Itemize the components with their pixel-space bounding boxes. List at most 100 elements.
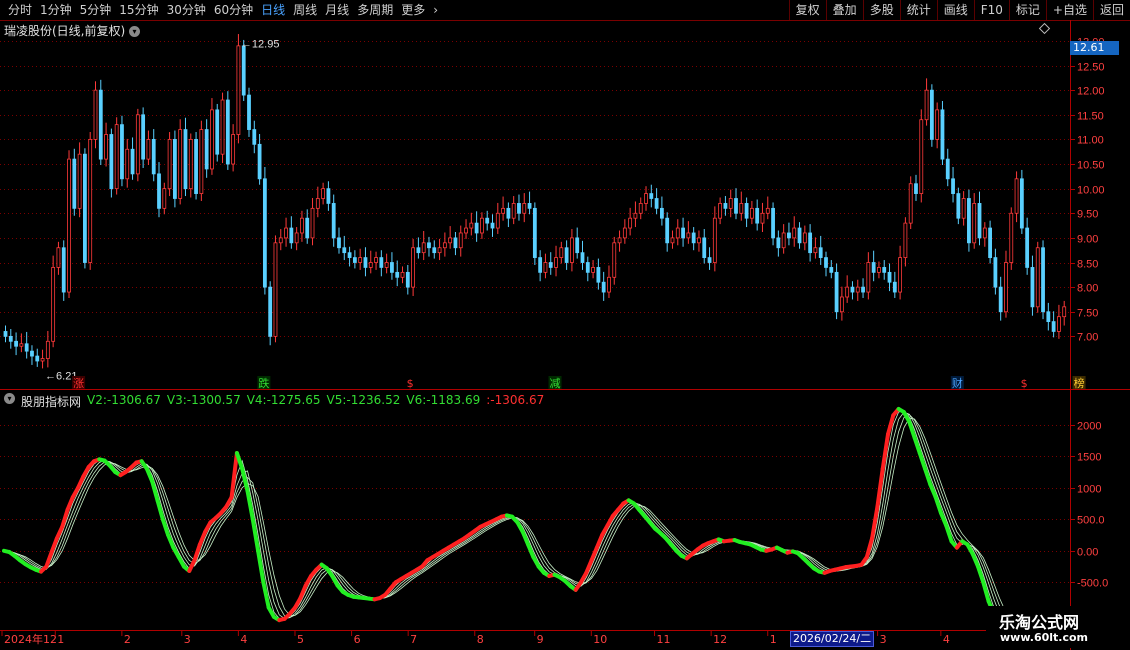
candle-body [321,188,326,199]
indicator-tick-label: 2000 [1077,421,1101,433]
indicator-tick-label: 1000 [1077,484,1101,496]
event-marker: $ [407,377,414,390]
candle-body [130,148,135,175]
candle-body [453,237,458,249]
candle-body [739,203,744,214]
candle-body [368,262,373,268]
watermark-url: www.60lt.com [1000,631,1089,644]
x-tick-label: 11 [657,633,671,646]
indicator-segment [65,495,75,512]
candle-body [421,242,426,254]
candle-body [787,232,791,239]
candle-body [649,193,654,199]
candle-body [247,94,251,130]
indicator-value-3: V5:-1236.52 [326,393,401,407]
candle-body [252,129,257,145]
candle-body [654,198,659,209]
candle-body [3,331,8,337]
x-tick-label: 6 [354,633,361,646]
indicator-segment [923,466,933,487]
candle-body [845,286,850,298]
candle-body [273,242,278,337]
candle-body [448,237,453,244]
candle-body [141,114,146,160]
indicator-segment [981,580,991,604]
candle-body [977,203,982,239]
candle-body [437,247,442,254]
candle-body [945,158,950,180]
candle-body [501,207,505,214]
candle-body [749,207,754,219]
candle-body [675,227,680,239]
candle-body [384,262,389,268]
candle-body [564,247,569,263]
candle-body [390,262,394,273]
candle-body [109,134,114,190]
candle-body [67,158,71,293]
candle-body [474,222,479,234]
x-tick-label: 3 [880,633,887,646]
indicator-segment [144,466,155,484]
candle-body [691,232,696,244]
candle-body [374,257,378,263]
indicator-title: ▾ 股朋指标网 V2:-1306.67 V3:-1300.57 V4:-1275.6… [4,393,544,410]
candle-body [532,207,537,258]
main-tick-label: 12.50 [1077,62,1105,74]
candles [3,34,1067,369]
indicator-segment [261,580,271,610]
candle-body [633,212,638,219]
candle-body [554,257,558,268]
candle-body [315,198,320,209]
candle-body [40,358,45,362]
indicator-segment [192,542,202,563]
stock-title: 瑞凌股份(日线,前复权) [4,24,126,38]
candle-body [1025,227,1030,268]
candle-body [771,207,775,239]
candle-body [559,247,564,258]
candle-body [24,343,29,352]
chevron-down-icon[interactable]: ▾ [129,26,141,37]
stock-chart[interactable]: 7.007.508.008.509.009.5010.0010.5011.001… [0,0,1130,650]
candle-body [400,271,405,278]
candle-body [548,262,553,268]
candle-body [839,296,844,313]
candle-body [416,247,421,254]
candle-body [670,237,675,244]
main-tick-label: 11.50 [1077,111,1104,123]
candle-body [914,183,918,194]
candle-body [622,227,627,239]
candle-body [411,247,416,288]
candle-body [967,198,971,244]
candle-body [98,89,103,160]
candle-body [1014,178,1019,214]
indicator-tick-label: 1500 [1077,452,1101,464]
x-tick-label: 8 [477,633,484,646]
candle-body [760,212,765,224]
candle-body [405,271,410,288]
indicator-tick-label: 500.0 [1077,515,1105,527]
candle-body [19,343,24,347]
candle-body [464,227,468,234]
candle-body [35,355,40,362]
indicator-lines [2,406,1007,629]
x-tick-label: 2 [124,633,131,646]
candle-body [982,227,987,239]
indicator-segment [234,451,245,471]
indicator-segment [944,523,954,544]
main-tick-label: 10.00 [1077,185,1105,197]
candle-body [379,257,384,268]
candle-body [220,99,225,155]
chevron-down-icon[interactable]: ▾ [4,393,15,404]
x-tick-label: 10 [593,633,607,646]
indicator-segment [938,510,949,528]
candle-body [284,227,288,239]
candle-body [792,227,797,239]
candle-body [882,267,887,273]
candle-body [612,242,617,278]
candle-body [834,271,839,313]
indicator-segment [155,498,165,522]
candle-body [114,124,119,190]
indicator-segment [933,495,943,515]
candle-body [776,237,781,249]
candle-body [681,227,685,239]
